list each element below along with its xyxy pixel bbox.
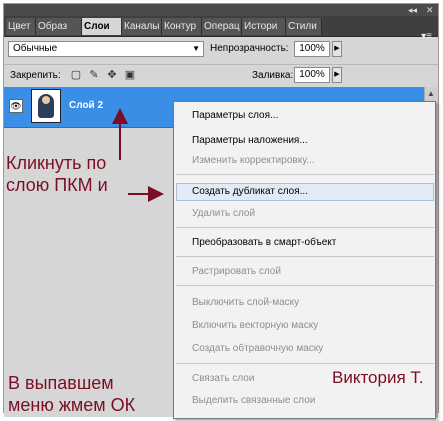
tab-styles[interactable]: Стили [286, 18, 322, 35]
menu-separator [176, 256, 434, 257]
lock-label: Закрепить: [10, 70, 61, 81]
tab-swatches[interactable]: Образ [36, 18, 82, 35]
menu-separator [176, 363, 434, 364]
eye-icon[interactable]: 👁 [9, 99, 23, 113]
scroll-up-icon[interactable]: ▲ [427, 89, 435, 98]
menu-item-disable-layer-mask: Выключить слой-маску [192, 297, 300, 308]
layer-thumbnail [31, 89, 61, 123]
menu-item-delete-layer: Удалить слой [192, 208, 256, 219]
collapse-icon[interactable]: ◂◂ [408, 5, 417, 15]
opacity-slider-button[interactable]: ▶ [332, 41, 342, 57]
tab-actions[interactable]: Операц [202, 18, 242, 35]
annotation-1-line2: слою ПКМ и [6, 175, 108, 195]
close-icon[interactable]: ✕ [426, 5, 434, 15]
blend-mode-value: Обычные [13, 43, 58, 54]
opacity-field[interactable]: 100% [294, 41, 330, 57]
panel-title-strip: ◂◂ ✕ [4, 4, 438, 16]
tab-channels[interactable]: Каналы [122, 18, 162, 35]
lock-transparency-icon[interactable]: ▢ [70, 69, 82, 81]
lock-fill-row: Закрепить: ▢ ✎ ✥ ▣ Заливка: 100% ▶ [4, 64, 438, 87]
brush-icon[interactable]: ✎ [88, 69, 100, 81]
thumbnail-face [42, 96, 50, 104]
annotation-click-layer: Кликнуть по слою ПКМ и [6, 152, 108, 196]
menu-separator [176, 174, 434, 175]
tab-paths[interactable]: Контур [162, 18, 202, 35]
annotation-press-ok: В выпавшем меню жмем ОК [8, 372, 135, 416]
fill-slider-button[interactable]: ▶ [332, 67, 342, 83]
annotation-1-line1: Кликнуть по [6, 153, 107, 173]
layer-name[interactable]: Слой 2 [69, 100, 103, 111]
blend-opacity-row: Обычные ▼ Непрозрачность: 100% ▶ [4, 38, 438, 62]
menu-separator [176, 285, 434, 286]
menu-item-layer-properties[interactable]: Параметры слоя... [192, 110, 278, 121]
annotation-2-line1: В выпавшем [8, 373, 114, 393]
tab-history[interactable]: Истори [242, 18, 286, 35]
menu-item-rasterize-layer: Растрировать слой [192, 266, 281, 277]
menu-separator [176, 227, 434, 228]
panel-tabs: Цвет Образ Слои Каналы Контур Операц Ист… [4, 16, 438, 42]
tab-layers[interactable]: Слои [82, 18, 122, 35]
lock-icon[interactable]: ▣ [124, 69, 136, 81]
author-signature: Виктория Т. [332, 368, 424, 387]
fill-label: Заливка: [252, 70, 294, 81]
annotation-2-line2: меню жмем ОК [8, 395, 136, 415]
menu-item-create-clipping-mask: Создать обтравочную маску [192, 343, 324, 354]
menu-item-edit-adjustment: Изменить корректировку... [192, 155, 315, 166]
move-icon[interactable]: ✥ [106, 69, 118, 81]
tab-color[interactable]: Цвет [6, 18, 36, 35]
fill-field[interactable]: 100% [294, 67, 330, 83]
menu-item-convert-smart-object[interactable]: Преобразовать в смарт-объект [192, 237, 336, 248]
blend-mode-select[interactable]: Обычные ▼ [8, 41, 204, 57]
menu-item-enable-vector-mask: Включить векторную маску [192, 320, 319, 331]
screenshot-frame: ◂◂ ✕ Цвет Образ Слои Каналы Контур Опера… [0, 0, 443, 421]
menu-item-link-layers: Связать слои [192, 373, 255, 384]
menu-item-select-linked-layers: Выделить связанные слои [192, 395, 316, 406]
menu-item-blending-options[interactable]: Параметры наложения... [192, 135, 308, 146]
menu-item-duplicate-layer[interactable]: Создать дубликат слоя... [192, 186, 308, 197]
dropdown-arrow-icon: ▼ [192, 44, 200, 53]
opacity-label: Непрозрачность: [210, 43, 289, 54]
